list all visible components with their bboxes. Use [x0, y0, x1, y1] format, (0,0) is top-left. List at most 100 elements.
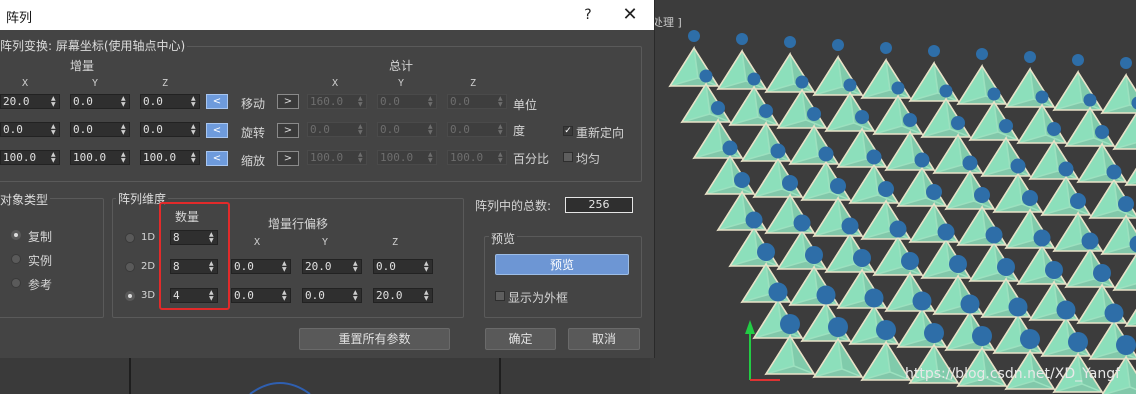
sphere-shape: [832, 39, 844, 51]
dim-1d-radio[interactable]: [125, 233, 135, 243]
sphere-shape: [999, 119, 1013, 133]
offset-3d-y[interactable]: 0.0 ▲ ▼: [302, 288, 362, 303]
offset-2d-x[interactable]: 0.0 ▲ ▼: [231, 259, 291, 274]
spinner-arrows-icon[interactable]: ▲ ▼: [353, 261, 359, 273]
spinner-arrows-icon[interactable]: ▲ ▼: [358, 152, 364, 164]
scale-inc-z[interactable]: 100.0 ▲ ▼: [140, 150, 200, 165]
move-inc-y[interactable]: 0.0 ▲ ▼: [70, 94, 130, 109]
reference-radio[interactable]: [11, 278, 21, 288]
scale-tot-z[interactable]: 100.0 ▲ ▼: [447, 150, 507, 165]
uniform-checkbox[interactable]: [563, 152, 573, 162]
preview-button[interactable]: 预览: [495, 254, 629, 275]
instance-radio[interactable]: [11, 254, 21, 264]
title-bar[interactable]: 阵列 ? ✕: [0, 0, 654, 30]
offset-2d-z[interactable]: 0.0 ▲ ▼: [373, 259, 433, 274]
sphere-shape: [939, 84, 953, 98]
reset-all-button[interactable]: 重置所有参数: [299, 328, 450, 350]
sphere-shape: [1093, 264, 1111, 282]
sphere-shape: [780, 314, 800, 334]
sphere-shape: [1020, 329, 1040, 349]
sphere-shape: [1056, 300, 1076, 320]
spinner-arrows-icon[interactable]: ▲ ▼: [121, 152, 127, 164]
dim-2d-radio[interactable]: [125, 262, 135, 272]
move-label: 移动: [241, 97, 266, 111]
copy-radio[interactable]: [11, 230, 21, 240]
spinner-arrows-icon[interactable]: ▲ ▼: [428, 152, 434, 164]
spinner-arrows-icon[interactable]: ▲ ▼: [191, 124, 197, 136]
sphere-shape: [864, 288, 884, 308]
sphere-shape: [1035, 90, 1049, 104]
scale-tot-x[interactable]: 100.0 ▲ ▼: [307, 150, 367, 165]
sphere-shape: [722, 140, 738, 156]
show-bbox-checkbox[interactable]: [495, 291, 505, 301]
spinner-arrows-icon[interactable]: ▲ ▼: [498, 124, 504, 136]
ok-button[interactable]: 确定: [485, 328, 556, 350]
sphere-shape: [889, 220, 907, 238]
spinner-arrows-icon[interactable]: ▲ ▼: [51, 152, 57, 164]
close-button[interactable]: ✕: [618, 4, 642, 26]
move-tot-y[interactable]: 0.0 ▲ ▼: [377, 94, 437, 109]
spinner-arrows-icon[interactable]: ▲ ▼: [191, 96, 197, 108]
show-bbox-label: 显示为外框: [508, 291, 569, 305]
move-right-arrow-button[interactable]: >: [277, 94, 299, 109]
spinner-arrows-icon[interactable]: ▲ ▼: [191, 152, 197, 164]
offset-2d-y[interactable]: 20.0 ▲ ▼: [302, 259, 362, 274]
spinner-arrows-icon[interactable]: ▲ ▼: [51, 96, 57, 108]
spinner-arrows-icon[interactable]: ▲ ▼: [498, 96, 504, 108]
scale-label: 缩放: [241, 154, 266, 168]
chevron-right-icon: >: [283, 125, 293, 136]
scale-right-arrow-button[interactable]: >: [277, 151, 299, 166]
reorient-checkbox[interactable]: ✓: [563, 126, 573, 136]
sphere-shape: [736, 33, 748, 45]
dim-1d-label: 1D: [141, 232, 156, 243]
rotate-inc-z[interactable]: 0.0 ▲ ▼: [140, 122, 200, 137]
spinner-arrows-icon[interactable]: ▲ ▼: [358, 124, 364, 136]
move-tot-z[interactable]: 0.0 ▲ ▼: [447, 94, 507, 109]
spinner-arrows-icon[interactable]: ▲ ▼: [424, 261, 430, 273]
spinner-arrows-icon[interactable]: ▲ ▼: [428, 124, 434, 136]
sphere-shape: [843, 78, 857, 92]
offset-axis-y: Y: [322, 237, 329, 248]
spinner-arrows-icon[interactable]: ▲ ▼: [353, 290, 359, 302]
spinner-arrows-icon[interactable]: ▲ ▼: [424, 290, 430, 302]
move-inc-z[interactable]: 0.0 ▲ ▼: [140, 94, 200, 109]
uniform-label: 均匀: [576, 152, 601, 166]
sphere-shape: [960, 294, 980, 314]
move-left-arrow-button[interactable]: <: [206, 94, 228, 109]
sphere-shape: [866, 149, 882, 165]
scale-inc-y[interactable]: 100.0 ▲ ▼: [70, 150, 130, 165]
move-inc-x[interactable]: 20.0 ▲ ▼: [0, 94, 60, 109]
offset-3d-x[interactable]: 0.0 ▲ ▼: [231, 288, 291, 303]
sphere-shape: [1022, 190, 1038, 206]
viewport-label[interactable]: 处理 ]: [652, 14, 682, 30]
rotate-tot-z[interactable]: 0.0 ▲ ▼: [447, 122, 507, 137]
scale-left-arrow-button[interactable]: <: [206, 151, 228, 166]
rotate-right-arrow-button[interactable]: >: [277, 123, 299, 138]
sphere-shape: [951, 116, 965, 130]
scale-unit: 百分比: [513, 152, 550, 166]
rotate-left-arrow-button[interactable]: <: [206, 123, 228, 138]
rotate-inc-y[interactable]: 0.0 ▲ ▼: [70, 122, 130, 137]
sphere-shape: [1118, 196, 1134, 212]
spinner-arrows-icon[interactable]: ▲ ▼: [282, 261, 288, 273]
spinner-arrows-icon[interactable]: ▲ ▼: [51, 124, 57, 136]
spinner-arrows-icon[interactable]: ▲ ▼: [121, 124, 127, 136]
spinner-arrows-icon[interactable]: ▲ ▼: [428, 96, 434, 108]
spinner-arrows-icon[interactable]: ▲ ▼: [358, 96, 364, 108]
spinner-arrows-icon[interactable]: ▲ ▼: [121, 96, 127, 108]
rotate-tot-y[interactable]: 0.0 ▲ ▼: [377, 122, 437, 137]
move-tot-x[interactable]: 160.0 ▲ ▼: [307, 94, 367, 109]
rotate-tot-x[interactable]: 0.0 ▲ ▼: [307, 122, 367, 137]
offset-3d-z[interactable]: 20.0 ▲ ▼: [373, 288, 433, 303]
cancel-button[interactable]: 取消: [568, 328, 640, 350]
dim-3d-radio[interactable]: [125, 291, 135, 301]
rotate-inc-x[interactable]: 0.0 ▲ ▼: [0, 122, 60, 137]
spinner-arrows-icon[interactable]: ▲ ▼: [282, 290, 288, 302]
help-button[interactable]: ?: [578, 4, 598, 26]
scale-tot-y[interactable]: 100.0 ▲ ▼: [377, 150, 437, 165]
inc-axis-x: X: [22, 78, 29, 89]
sphere-shape: [914, 152, 930, 168]
spinner-arrows-icon[interactable]: ▲ ▼: [498, 152, 504, 164]
instance-label: 实例: [28, 254, 53, 268]
scale-inc-x[interactable]: 100.0 ▲ ▼: [0, 150, 60, 165]
